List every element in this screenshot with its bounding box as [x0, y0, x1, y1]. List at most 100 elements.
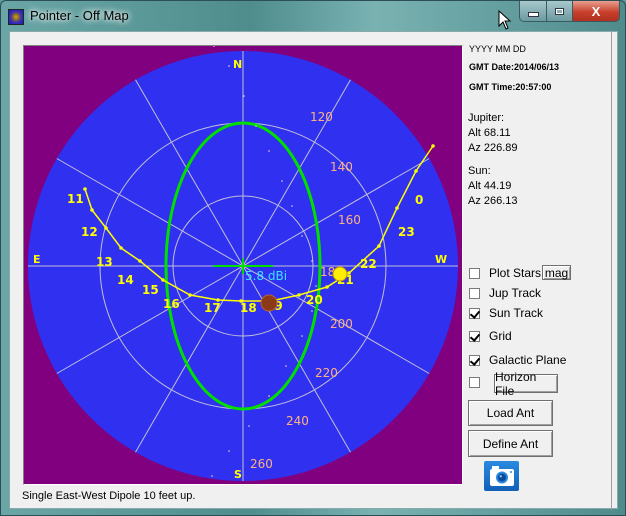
grid-box[interactable] — [469, 330, 480, 342]
sun-track-hour-label: 15 — [142, 283, 159, 297]
galactic-plane-dot — [315, 285, 317, 287]
cardinal-label-n: N — [233, 58, 242, 71]
jupiter-label: Jupiter: — [468, 112, 505, 124]
galactic-plane-dot — [311, 310, 313, 312]
grid-label: Grid — [489, 329, 512, 343]
sun-track-hour-label: 11 — [67, 192, 84, 206]
galactic-plane-dot — [311, 260, 313, 262]
horizon-file-box[interactable] — [469, 377, 480, 388]
load-ant-button[interactable]: Load Ant — [468, 400, 553, 426]
jup-track-box[interactable] — [469, 287, 480, 299]
sun-track-hour-label: 23 — [398, 225, 415, 239]
sun-track-point — [297, 293, 301, 297]
jupiter-alt: Alt 68.11 — [468, 127, 511, 139]
galactic-plane-dot — [268, 150, 270, 152]
sun-track-point — [377, 244, 381, 248]
sun-az: Az 266.13 — [468, 195, 518, 207]
client-area: 5.8 dBi 120 140 160 180 200 220 240 260 11 12 13 14 1… — [9, 31, 618, 510]
sun-alt: Alt 44.19 — [468, 180, 512, 192]
cardinal-label-e: E — [33, 253, 41, 266]
status-text: Single East-West Dipole 10 feet up. — [22, 490, 196, 502]
sun-track-point — [83, 187, 87, 191]
side-divider — [611, 32, 612, 510]
sky-map[interactable]: 5.8 dBi120140160180200220240260111213141… — [24, 46, 462, 484]
galactic-plane-dot — [291, 205, 293, 207]
galactic-plane-dot — [301, 235, 303, 237]
sun-track-hour-label: 16 — [163, 297, 180, 311]
maximize-button[interactable] — [547, 1, 573, 21]
sun-track-hour-label: 0 — [415, 193, 423, 207]
horizon-file-button[interactable]: Horizon File — [494, 370, 558, 398]
jupiter-az: Az 226.89 — [468, 142, 518, 154]
mouse-cursor-icon — [498, 10, 512, 30]
galactic-plane-dot — [285, 365, 287, 367]
camera-icon — [490, 466, 514, 486]
title-bar[interactable]: Pointer - Off Map X — [1, 1, 626, 31]
camera-button[interactable] — [484, 461, 519, 491]
jup-track-label: Jup Track — [489, 286, 542, 300]
sun-track-point — [104, 226, 108, 230]
galactic-plane-dot — [255, 125, 257, 127]
sun-track-point — [119, 246, 123, 250]
minimize-button[interactable] — [520, 1, 547, 21]
gmt-date: GMT Date:2014/06/13 — [469, 62, 560, 72]
sun-label: Sun: — [468, 165, 491, 177]
galactic-plane-dot — [228, 65, 230, 67]
close-button[interactable]: X — [573, 1, 619, 21]
cardinal-label-w: W — [435, 253, 447, 266]
sun-track-hour-label: 18 — [240, 301, 257, 315]
date-format-label: YYYY MM DD — [469, 44, 526, 54]
sun-track-point — [414, 169, 418, 173]
app-icon — [8, 9, 24, 25]
cardinal-label-s: S — [234, 468, 242, 481]
sun-track-point — [138, 259, 142, 263]
gain-label: 5.8 dBi — [245, 269, 287, 283]
galactic-plane-dot — [301, 335, 303, 337]
galactic-plane-dot — [228, 450, 230, 452]
close-icon: X — [591, 3, 601, 19]
galactic-plane-box[interactable] — [469, 354, 480, 366]
galactic-longitude-label: 200 — [330, 317, 353, 331]
plot-stars-box[interactable] — [469, 267, 480, 279]
galactic-longitude-label: 140 — [330, 160, 353, 174]
sun-track-point — [188, 293, 192, 297]
sun-track-hour-label: 13 — [96, 255, 113, 269]
galactic-plane-checkbox[interactable]: Galactic Plane — [469, 353, 566, 367]
caption-buttons: X — [519, 1, 620, 22]
app-window: Pointer - Off Map X 5.8 dBi 120 140 160 180 2… — [0, 0, 626, 516]
horizon-file-checkbox[interactable] — [469, 377, 489, 388]
plot-stars-label: Plot Stars — [489, 266, 542, 280]
galactic-plane-dot — [211, 475, 213, 477]
galactic-plane-dot — [243, 95, 245, 97]
sun-track-hour-label: 12 — [81, 225, 98, 239]
galactic-plane-dot — [281, 180, 283, 182]
jup-track-checkbox[interactable]: Jup Track — [469, 286, 541, 300]
sun-marker — [332, 266, 348, 282]
galactic-longitude-label: 240 — [286, 414, 309, 428]
galactic-plane-label: Galactic Plane — [489, 353, 567, 367]
mag-button[interactable]: mag — [542, 265, 571, 280]
sun-track-checkbox[interactable]: Sun Track — [469, 306, 543, 320]
galactic-plane-dot — [248, 425, 250, 427]
maximize-icon — [555, 7, 564, 15]
grid-checkbox[interactable]: Grid — [469, 329, 512, 343]
sun-track-point — [90, 208, 94, 212]
sun-track-box[interactable] — [469, 307, 480, 319]
sun-track-point — [395, 206, 399, 210]
sun-track-label: Sun Track — [489, 306, 544, 320]
galactic-plane-dot — [268, 395, 270, 397]
define-ant-button[interactable]: Define Ant — [468, 430, 553, 457]
sun-track-hour-label: 22 — [360, 257, 377, 271]
sun-track-point — [325, 285, 329, 289]
window-title: Pointer - Off Map — [30, 8, 129, 23]
minimize-icon — [527, 11, 539, 17]
galactic-longitude-label: 260 — [250, 457, 273, 471]
galactic-longitude-label: 220 — [315, 366, 338, 380]
plot-stars-checkbox[interactable]: Plot Stars — [469, 266, 541, 280]
sun-track-hour-label: 14 — [117, 273, 134, 287]
galactic-longitude-label: 120 — [310, 110, 333, 124]
sun-track-hour-label: 17 — [204, 301, 221, 315]
jupiter-marker — [260, 294, 278, 312]
gmt-time: GMT Time:20:57:00 — [469, 82, 552, 92]
sun-track-point — [161, 278, 165, 282]
